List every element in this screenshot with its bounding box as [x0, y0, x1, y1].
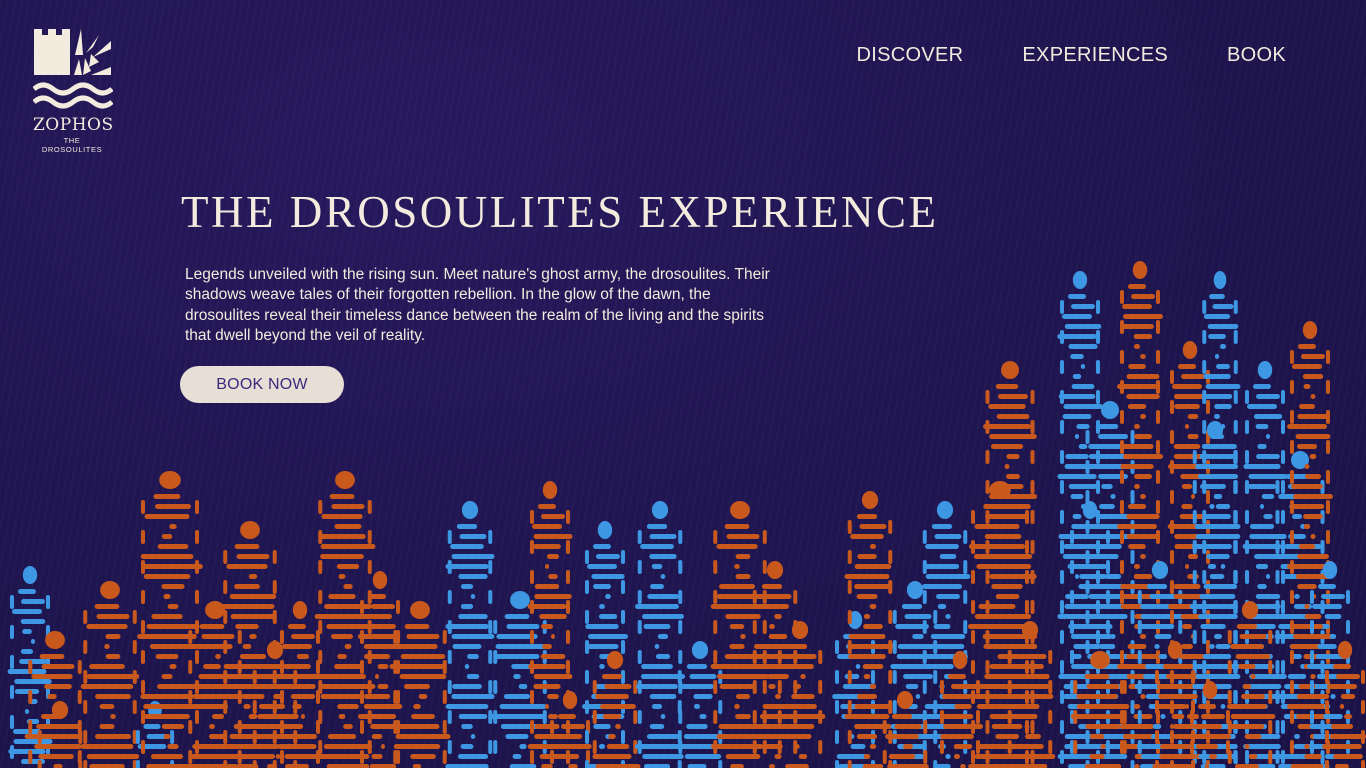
hero-description: Legends unveiled with the rising sun. Me… [185, 266, 770, 344]
nav-discover[interactable]: DISCOVER [857, 44, 964, 67]
book-now-button[interactable]: BOOK NOW [180, 366, 344, 403]
nav-experiences[interactable]: EXPERIENCES [1022, 44, 1168, 67]
brand-tagline: THE DROSOULITES [41, 136, 103, 154]
brand-logo[interactable]: ZOPHOS THE DROSOULITES [33, 27, 113, 154]
castle-sun-waves-icon [33, 29, 113, 109]
nav-book[interactable]: BOOK [1227, 44, 1286, 67]
hero-title: THE DROSOULITES EXPERIENCE [181, 187, 939, 237]
main-nav: DISCOVER EXPERIENCES BOOK [857, 44, 1286, 67]
brand-name: ZOPHOS [33, 115, 114, 135]
